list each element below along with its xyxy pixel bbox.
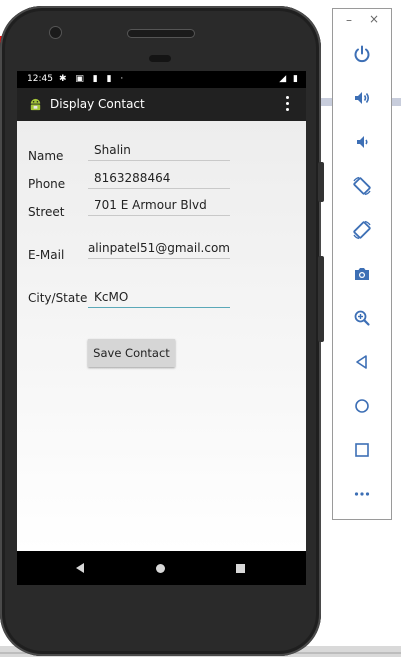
proximity-sensor xyxy=(149,55,171,62)
status-time: 12:45 xyxy=(27,74,53,84)
nav-home-icon[interactable] xyxy=(156,564,165,573)
name-field[interactable]: Shalin xyxy=(88,141,230,161)
home-icon[interactable] xyxy=(347,391,377,421)
device-screen: 12:45 ✱ ▣ ▮ ▮ · ◢ ▮ Display Contact Name… xyxy=(17,71,306,585)
rotate-right-icon[interactable] xyxy=(347,215,377,245)
close-button[interactable]: × xyxy=(369,12,379,26)
email-field-text: alinpatel51@gmail.com xyxy=(88,241,230,255)
nav-back-icon[interactable] xyxy=(76,563,84,573)
contact-form: Name Shalin Phone 8163288464 Street 701 … xyxy=(17,121,306,551)
phone-label: Phone xyxy=(28,177,66,191)
phone-field[interactable]: 8163288464 xyxy=(88,169,230,189)
volume-down-icon[interactable] xyxy=(347,127,377,157)
name-label: Name xyxy=(28,149,64,163)
volume-key xyxy=(318,256,324,342)
navigation-bar xyxy=(17,551,306,585)
notification-icons: ✱ ▣ ▮ ▮ · xyxy=(59,74,127,84)
power-key xyxy=(318,162,324,202)
street-field[interactable]: 701 E Armour Blvd xyxy=(88,196,230,216)
camera-icon[interactable] xyxy=(347,259,377,289)
app-bar: Display Contact xyxy=(17,88,306,121)
overview-icon[interactable] xyxy=(347,435,377,465)
email-label: E-Mail xyxy=(28,248,65,262)
android-app-icon xyxy=(30,98,41,111)
rotate-left-icon[interactable] xyxy=(347,171,377,201)
front-camera-icon xyxy=(50,27,61,38)
zoom-icon[interactable] xyxy=(347,303,377,333)
desktop: 12:45 ✱ ▣ ▮ ▮ · ◢ ▮ Display Contact Name… xyxy=(0,0,401,657)
volume-up-icon[interactable] xyxy=(347,83,377,113)
status-bar: 12:45 ✱ ▣ ▮ ▮ · ◢ ▮ xyxy=(17,71,306,88)
minimize-button[interactable]: – xyxy=(346,13,352,27)
save-contact-button[interactable]: Save Contact xyxy=(88,339,175,367)
street-label: Street xyxy=(28,205,65,219)
more-icon[interactable] xyxy=(347,479,377,509)
city-state-label: City/State xyxy=(28,291,88,305)
nav-recent-apps-icon[interactable] xyxy=(236,564,245,573)
city-state-field[interactable]: KcMO xyxy=(88,288,230,308)
overflow-menu-icon[interactable] xyxy=(286,96,290,113)
app-title: Display Contact xyxy=(50,97,145,111)
back-icon[interactable] xyxy=(347,347,377,377)
power-icon[interactable] xyxy=(347,39,377,69)
signal-battery-icons: ◢ ▮ xyxy=(279,74,300,84)
emulator-toolbar: – × xyxy=(332,8,392,520)
email-field[interactable]: alinpatel51@gmail.com xyxy=(88,239,230,259)
earpiece-speaker xyxy=(128,30,194,37)
